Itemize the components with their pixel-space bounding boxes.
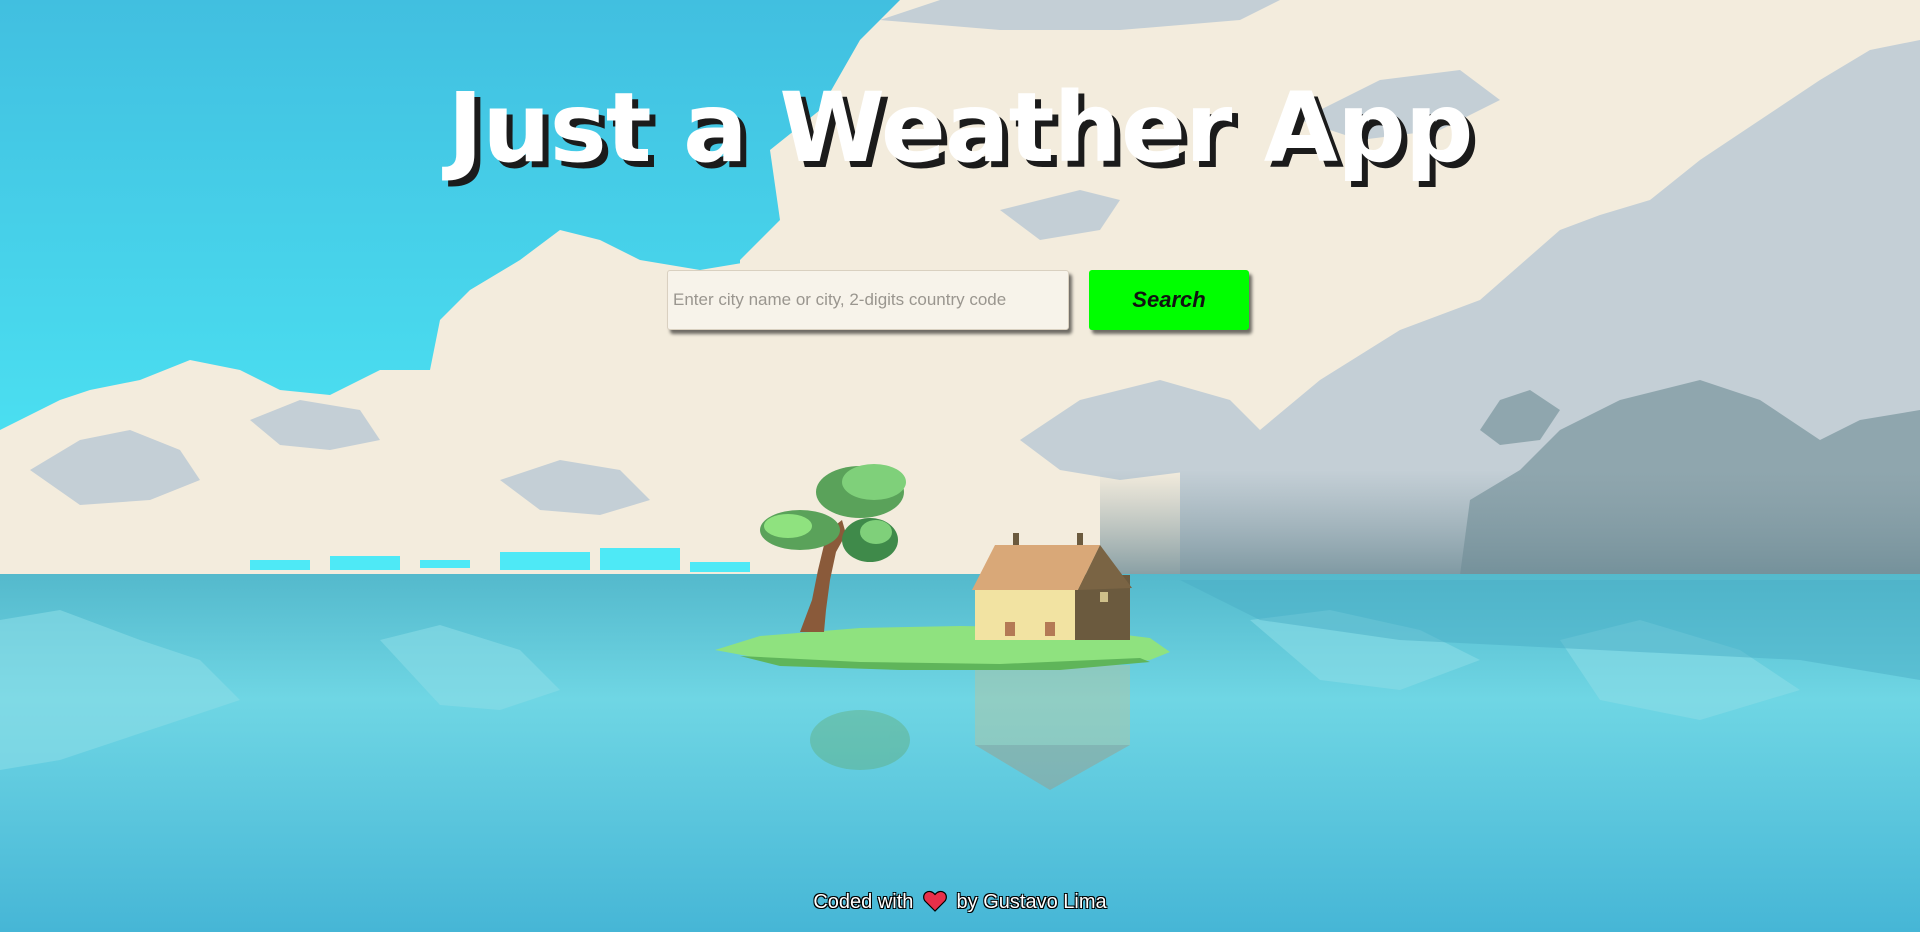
search-input[interactable] — [667, 270, 1069, 330]
horizon-haze — [1100, 470, 1920, 575]
footer-suffix: by Gustavo Lima — [956, 891, 1107, 913]
search-button[interactable]: Search — [1089, 270, 1249, 330]
page-title: Just a Weather App — [447, 72, 1474, 184]
footer-prefix: Coded with — [813, 891, 914, 913]
heart-icon — [923, 890, 947, 912]
search-form: Search — [667, 270, 1249, 330]
footer-credit: Coded with by Gustavo Lima — [0, 890, 1920, 914]
